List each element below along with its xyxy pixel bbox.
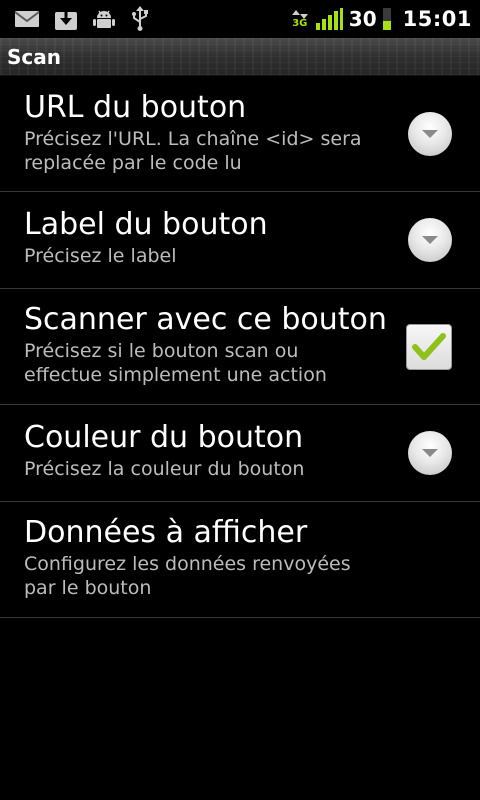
- data-activity-icon: 3G: [291, 10, 309, 29]
- pref-couleur-du-bouton[interactable]: Couleur du bouton Précisez la couleur du…: [0, 405, 480, 502]
- usb-icon: [130, 6, 150, 32]
- gmail-icon: [14, 9, 40, 29]
- chevron-down-icon: [422, 129, 438, 138]
- pref-title: Scanner avec ce bouton: [24, 302, 387, 337]
- android-debug-icon: [92, 7, 116, 31]
- system-icons: 3G 30 15:01: [291, 7, 472, 31]
- pref-label-du-bouton[interactable]: Label du bouton Précisez le label: [0, 192, 480, 289]
- dropdown-button[interactable]: [408, 111, 452, 156]
- network-type: 3G: [292, 18, 308, 29]
- clock: 15:01: [402, 7, 472, 31]
- pref-title: Label du bouton: [24, 207, 268, 242]
- check-icon: [412, 332, 446, 360]
- page-title: Scan: [7, 44, 61, 69]
- download-icon: [54, 7, 78, 31]
- pref-title: URL du bouton: [24, 90, 247, 125]
- signal-icon: [315, 7, 343, 31]
- pref-url-du-bouton[interactable]: URL du bouton Précisez l'URL. La chaîne …: [0, 76, 480, 192]
- status-bar: 3G 30 15:01: [0, 0, 480, 38]
- notification-icons: [14, 6, 150, 32]
- pref-donnees-a-afficher[interactable]: Données à afficher Configurez les donnée…: [0, 502, 480, 618]
- pref-summary: Précisez l'URL. La chaîne <id> sera repl…: [24, 128, 362, 174]
- pref-summary: Précisez si le bouton scan ou effectue s…: [24, 340, 327, 386]
- checkbox[interactable]: [406, 323, 452, 370]
- pref-summary: Configurez les données renvoyées par le …: [24, 553, 351, 599]
- chevron-down-icon: [422, 236, 438, 244]
- pref-scanner-avec-ce-bouton[interactable]: Scanner avec ce bouton Précisez si le bo…: [0, 289, 480, 405]
- dropdown-button[interactable]: [408, 218, 452, 262]
- pref-title: Couleur du bouton: [24, 420, 304, 455]
- battery-level: 30: [348, 7, 377, 31]
- title-bar: Scan: [0, 38, 480, 76]
- preference-list: URL du bouton Précisez l'URL. La chaîne …: [0, 76, 480, 618]
- pref-title: Données à afficher: [24, 515, 308, 550]
- battery-icon: [382, 7, 391, 31]
- chevron-down-icon: [422, 449, 438, 457]
- dropdown-button[interactable]: [408, 431, 452, 475]
- pref-summary: Précisez le label: [24, 245, 177, 267]
- pref-summary: Précisez la couleur du bouton: [24, 458, 305, 480]
